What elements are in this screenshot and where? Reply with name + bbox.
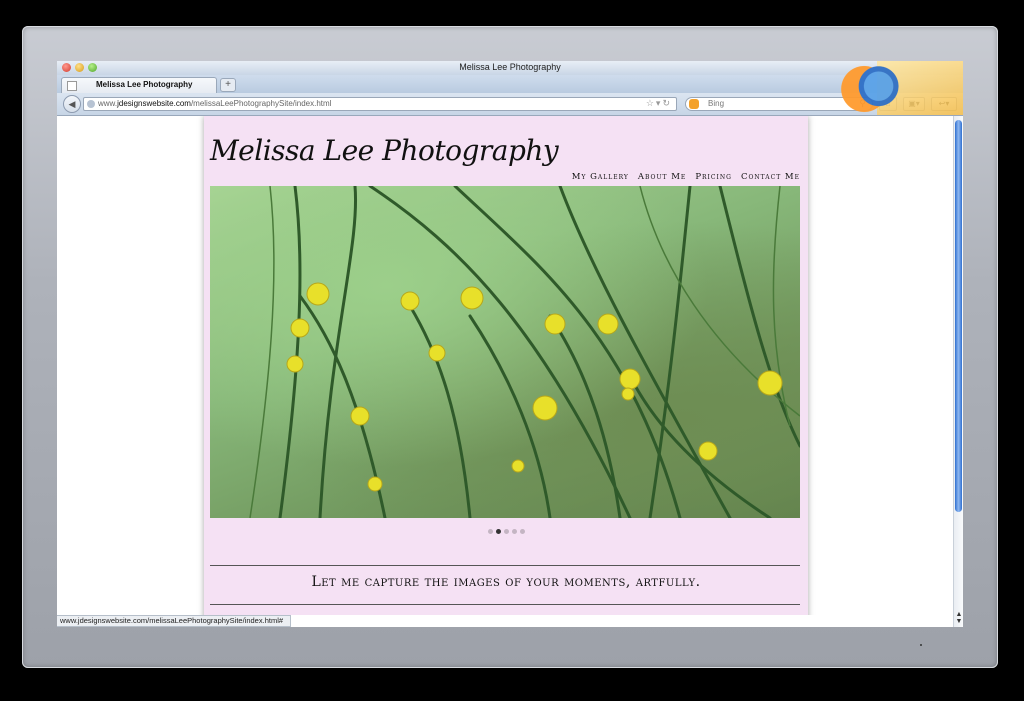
address-bar[interactable]: www.jdesignswebsite.com/melissaLeePhotog… [83,97,677,111]
slideshow-pager [204,529,808,534]
tab-melissa-lee-photography[interactable]: Melissa Lee Photography [61,77,217,93]
slideshow-dot-4[interactable] [511,529,517,534]
new-tab-button[interactable]: + [220,78,236,92]
site-identity-icon[interactable] [87,100,95,108]
status-bar: www.jdesignswebsite.com/melissaLeePhotog… [57,615,291,627]
address-bar-actions: ☆▾↻ [646,98,672,109]
back-button[interactable]: ◀ [63,95,81,113]
site-navigation: My Gallery About Me Pricing Contact Me [572,172,800,182]
website-page: Melissa Lee Photography My Gallery About… [204,116,808,615]
search-engine-icon[interactable] [689,99,699,109]
tagline: Let me capture the images of your moment… [311,574,701,590]
browser-window: Melissa Lee Photography Melissa Lee Phot… [57,61,963,627]
star-icon[interactable]: ☆ [646,98,656,108]
back-arrow-icon: ◀ [68,99,76,109]
divider-bottom [210,604,800,605]
firefox-logo-icon [821,61,917,117]
hero-slideshow-image[interactable] [210,186,800,518]
address-text[interactable]: www.jdesignswebsite.com/melissaLeePhotog… [98,99,331,108]
scrollbar-thumb[interactable] [955,120,962,512]
yellow-flowers-photo [249,186,800,518]
nav-my-gallery[interactable]: My Gallery [572,172,629,182]
scroll-down-icon[interactable]: ▼ [956,618,963,625]
reload-icon[interactable]: ↻ [662,98,672,108]
nav-about-me[interactable]: About Me [638,172,686,182]
scroll-up-icon[interactable]: ▲ [956,611,963,618]
scrollbar-arrows[interactable]: ▲ ▼ [955,611,963,625]
tab-label: Melissa Lee Photography [96,80,193,89]
page-favicon-icon [67,81,77,91]
slideshow-dot-5[interactable] [519,529,525,534]
divider-top [210,565,800,566]
site-title: Melissa Lee Photography [210,134,559,167]
monitor-power-dot [920,644,922,646]
slideshow-dot-3[interactable] [503,529,509,534]
nav-pricing[interactable]: Pricing [695,172,732,182]
slideshow-dot-2[interactable] [495,529,501,534]
nav-contact-me[interactable]: Contact Me [741,172,800,182]
slideshow-dot-1[interactable] [487,529,493,534]
page-viewport[interactable]: Melissa Lee Photography My Gallery About… [57,116,953,615]
search-placeholder: Bing [708,99,725,108]
vertical-scrollbar[interactable]: ▲ ▼ [953,116,963,627]
